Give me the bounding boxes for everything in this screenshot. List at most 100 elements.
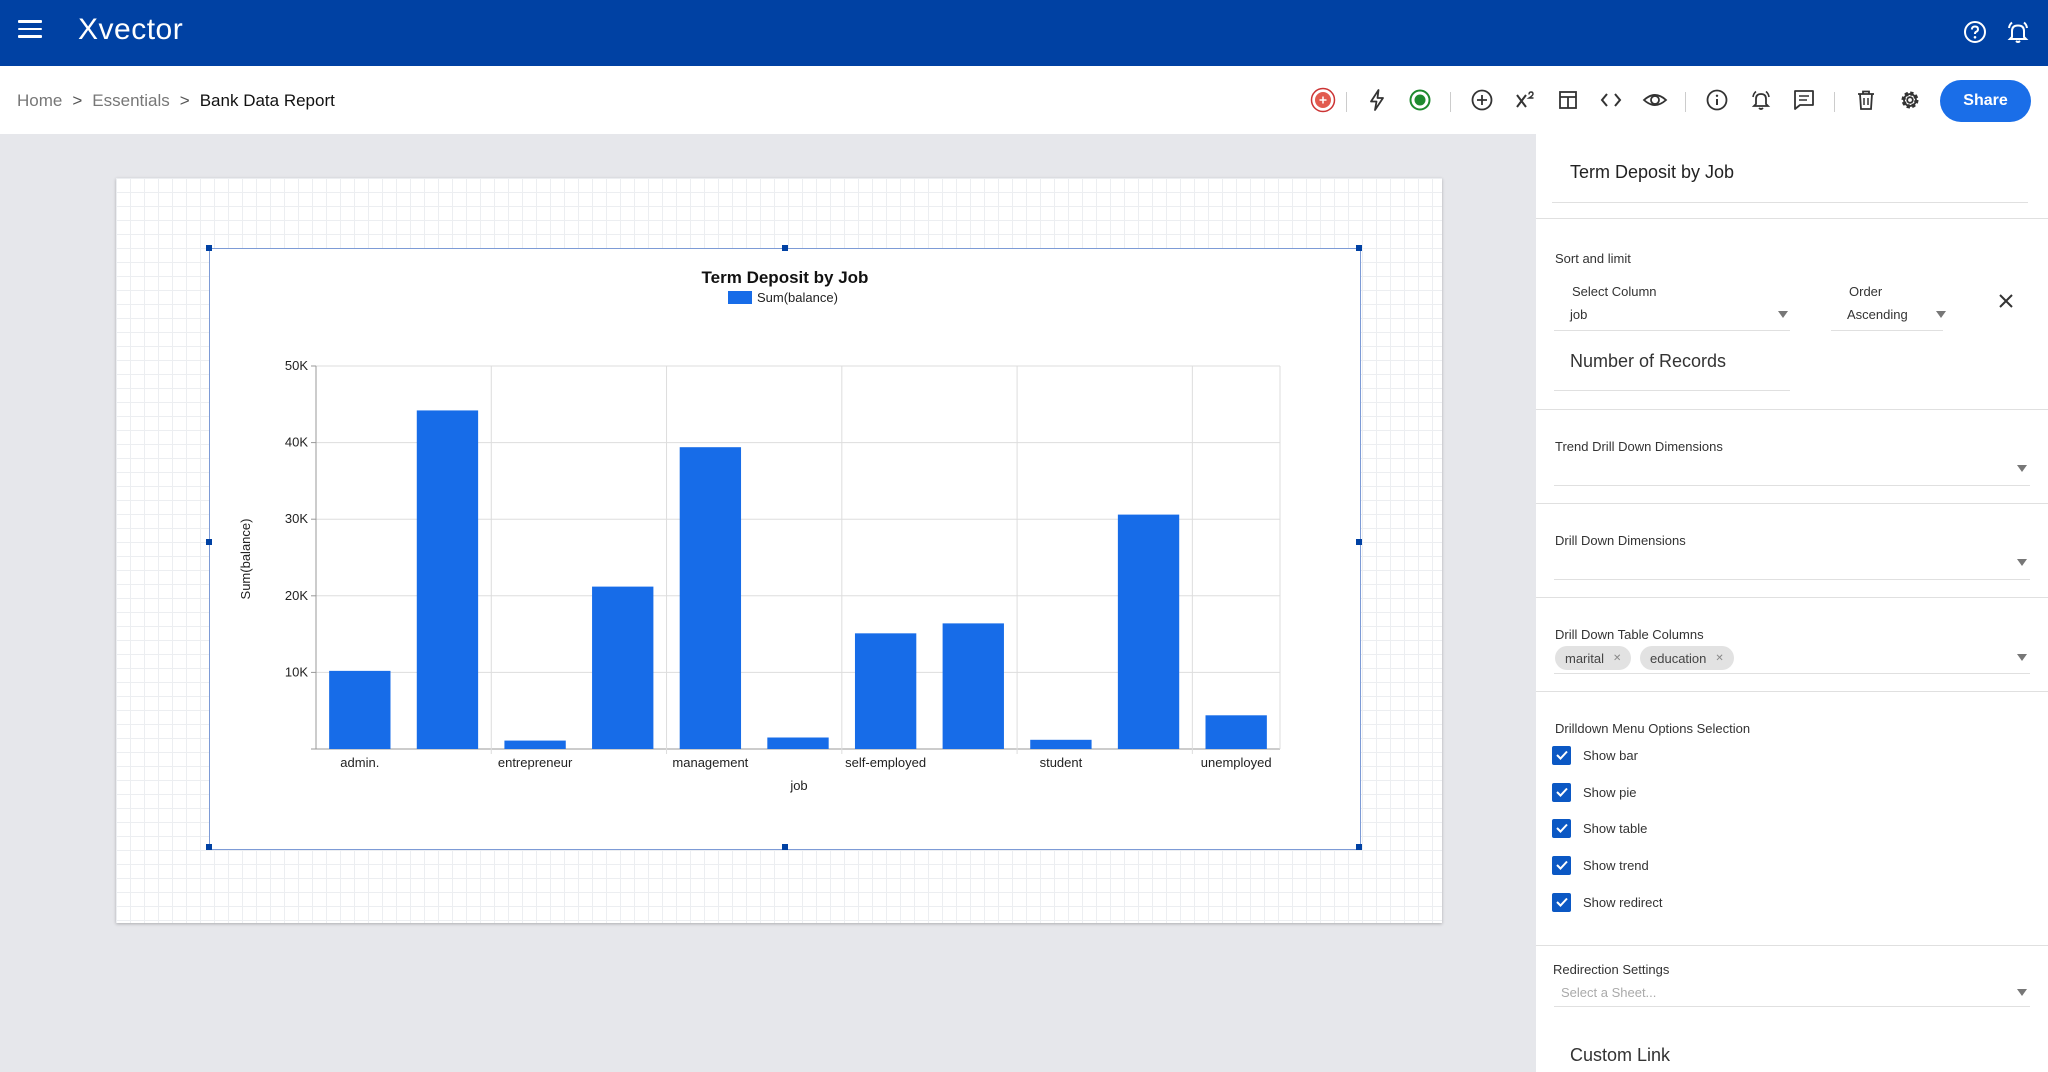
checkbox-show-redirect[interactable]: Show redirect (1552, 891, 1662, 913)
checkbox-show-trend[interactable]: Show trend (1552, 854, 1649, 876)
bar-chart: 10K 20K 30K 40K 50K admin. entrepreneur managem… (238, 268, 1281, 793)
divider (1536, 691, 2048, 692)
x-tick-label: unemployed (1201, 755, 1272, 770)
check-icon[interactable] (1552, 782, 1571, 802)
check-icon[interactable] (1552, 855, 1571, 875)
bar-blue-collar[interactable] (416, 410, 479, 749)
panel-chart-title[interactable]: Term Deposit by Job (1570, 162, 1734, 183)
drill-table-underline (1554, 673, 2030, 674)
bar-management[interactable] (679, 447, 742, 749)
check-icon[interactable] (1552, 892, 1571, 912)
record-icon[interactable] (1406, 86, 1434, 114)
checkbox-show-table[interactable]: Show table (1552, 817, 1647, 839)
checkbox-label: Show pie (1583, 784, 1637, 800)
close-icon[interactable] (1996, 291, 2016, 311)
bar-services[interactable] (942, 623, 1004, 749)
toolbar-divider (1685, 92, 1686, 112)
status-badge-icon[interactable] (1309, 86, 1337, 114)
notification-bell-icon[interactable] (2004, 18, 2032, 46)
legend-label[interactable]: Sum(balance) (757, 290, 838, 305)
bar-self-employed[interactable] (854, 633, 917, 749)
layout-icon[interactable] (1554, 86, 1582, 114)
order-underline (1831, 330, 1943, 331)
superscript-icon[interactable] (1511, 86, 1539, 114)
breadcrumb-home[interactable]: Home (17, 91, 62, 110)
select-column-underline (1554, 330, 1790, 331)
y-tick-label: 20K (285, 588, 308, 603)
checkbox-label: Show trend (1583, 857, 1649, 873)
records-underline (1554, 390, 1790, 391)
resize-handle[interactable] (206, 245, 212, 251)
bar-housemaid[interactable] (592, 586, 654, 749)
drill-table-dropdown-icon[interactable] (2017, 654, 2027, 661)
delete-trash-icon[interactable] (1852, 86, 1880, 114)
comment-icon[interactable] (1790, 86, 1818, 114)
trend-drill-down-label: Trend Drill Down Dimensions (1555, 439, 1723, 454)
y-tick-label: 30K (285, 511, 308, 526)
divider (1536, 597, 2048, 598)
lightning-icon[interactable] (1363, 86, 1391, 114)
select-sheet-dropdown[interactable]: Select a Sheet... (1561, 985, 1656, 1000)
x-tick-label: self-employed (845, 755, 926, 770)
app-logo[interactable]: Xvector (78, 13, 183, 47)
chip-remove-icon[interactable]: ✕ (1715, 653, 1723, 664)
sort-limit-heading: Sort and limit (1555, 251, 1631, 266)
preview-eye-icon[interactable] (1641, 86, 1669, 114)
resize-handle[interactable] (1356, 844, 1362, 850)
help-icon[interactable] (1961, 18, 1989, 46)
chip-label: education (1650, 650, 1707, 666)
divider (1536, 945, 2048, 946)
breadcrumb-essentials[interactable]: Essentials (92, 91, 169, 110)
resize-handle[interactable] (206, 844, 212, 850)
bar-unemployed[interactable] (1205, 715, 1267, 749)
checkbox-label: Show bar (1583, 747, 1638, 763)
select-column-dropdown-icon[interactable] (1778, 311, 1788, 318)
x-tick-label: entrepreneur (498, 755, 573, 770)
redirection-settings-label: Redirection Settings (1553, 962, 1670, 977)
resize-handle[interactable] (1356, 245, 1362, 251)
check-icon[interactable] (1552, 745, 1571, 765)
toolbar-divider (1346, 92, 1347, 112)
bar-entrepreneur[interactable] (504, 740, 566, 749)
number-of-records-field[interactable]: Number of Records (1570, 351, 1726, 372)
drill-dims-underline (1554, 579, 2030, 580)
chip-marital[interactable]: marital ✕ (1555, 646, 1632, 670)
bar-technician[interactable] (1117, 514, 1180, 749)
bar-student[interactable] (1030, 739, 1092, 749)
chip-education[interactable]: education ✕ (1640, 646, 1734, 670)
chart-widget[interactable]: 10K 20K 30K 40K 50K admin. entrepreneur managem… (206, 245, 1362, 850)
settings-gear-icon[interactable] (1896, 86, 1924, 114)
chip-remove-icon[interactable]: ✕ (1613, 653, 1621, 664)
checkbox-show-pie[interactable]: Show pie (1552, 781, 1636, 803)
bar-admin.[interactable] (329, 670, 391, 749)
info-icon[interactable] (1703, 86, 1731, 114)
resize-handle[interactable] (206, 539, 212, 545)
checkbox-label: Show table (1583, 820, 1648, 836)
resize-handle[interactable] (1356, 539, 1362, 545)
trend-drill-dropdown-icon[interactable] (2017, 465, 2027, 472)
redirection-dropdown-icon[interactable] (2017, 989, 2027, 996)
check-icon[interactable] (1552, 818, 1571, 838)
order-dropdown-icon[interactable] (1936, 311, 1946, 318)
order-value[interactable]: Ascending (1847, 307, 1908, 322)
menu-icon[interactable] (18, 20, 42, 40)
bar-retired[interactable] (767, 737, 829, 749)
drill-dims-dropdown-icon[interactable] (2017, 559, 2027, 566)
divider (1536, 409, 2048, 410)
drilldown-menu-options-label: Drilldown Menu Options Selection (1555, 721, 1751, 736)
add-circle-icon[interactable] (1468, 86, 1496, 114)
alert-bell-icon[interactable] (1747, 86, 1775, 114)
trend-drill-underline (1554, 485, 2030, 486)
divider (1536, 503, 2048, 504)
breadcrumb-separator: > (179, 91, 190, 110)
legend-swatch (728, 291, 752, 304)
resize-handle[interactable] (782, 844, 788, 850)
checkbox-label: Show redirect (1583, 894, 1663, 910)
custom-link-field[interactable]: Custom Link (1570, 1045, 1670, 1066)
resize-handle[interactable] (782, 245, 788, 251)
properties-panel: Term Deposit by Job Sort and limit Selec… (1536, 134, 2048, 1072)
code-icon[interactable] (1597, 86, 1625, 114)
select-column-value[interactable]: job (1570, 307, 1587, 322)
checkbox-show-bar[interactable]: Show bar (1552, 744, 1638, 766)
share-button[interactable]: Share (1940, 80, 2031, 122)
